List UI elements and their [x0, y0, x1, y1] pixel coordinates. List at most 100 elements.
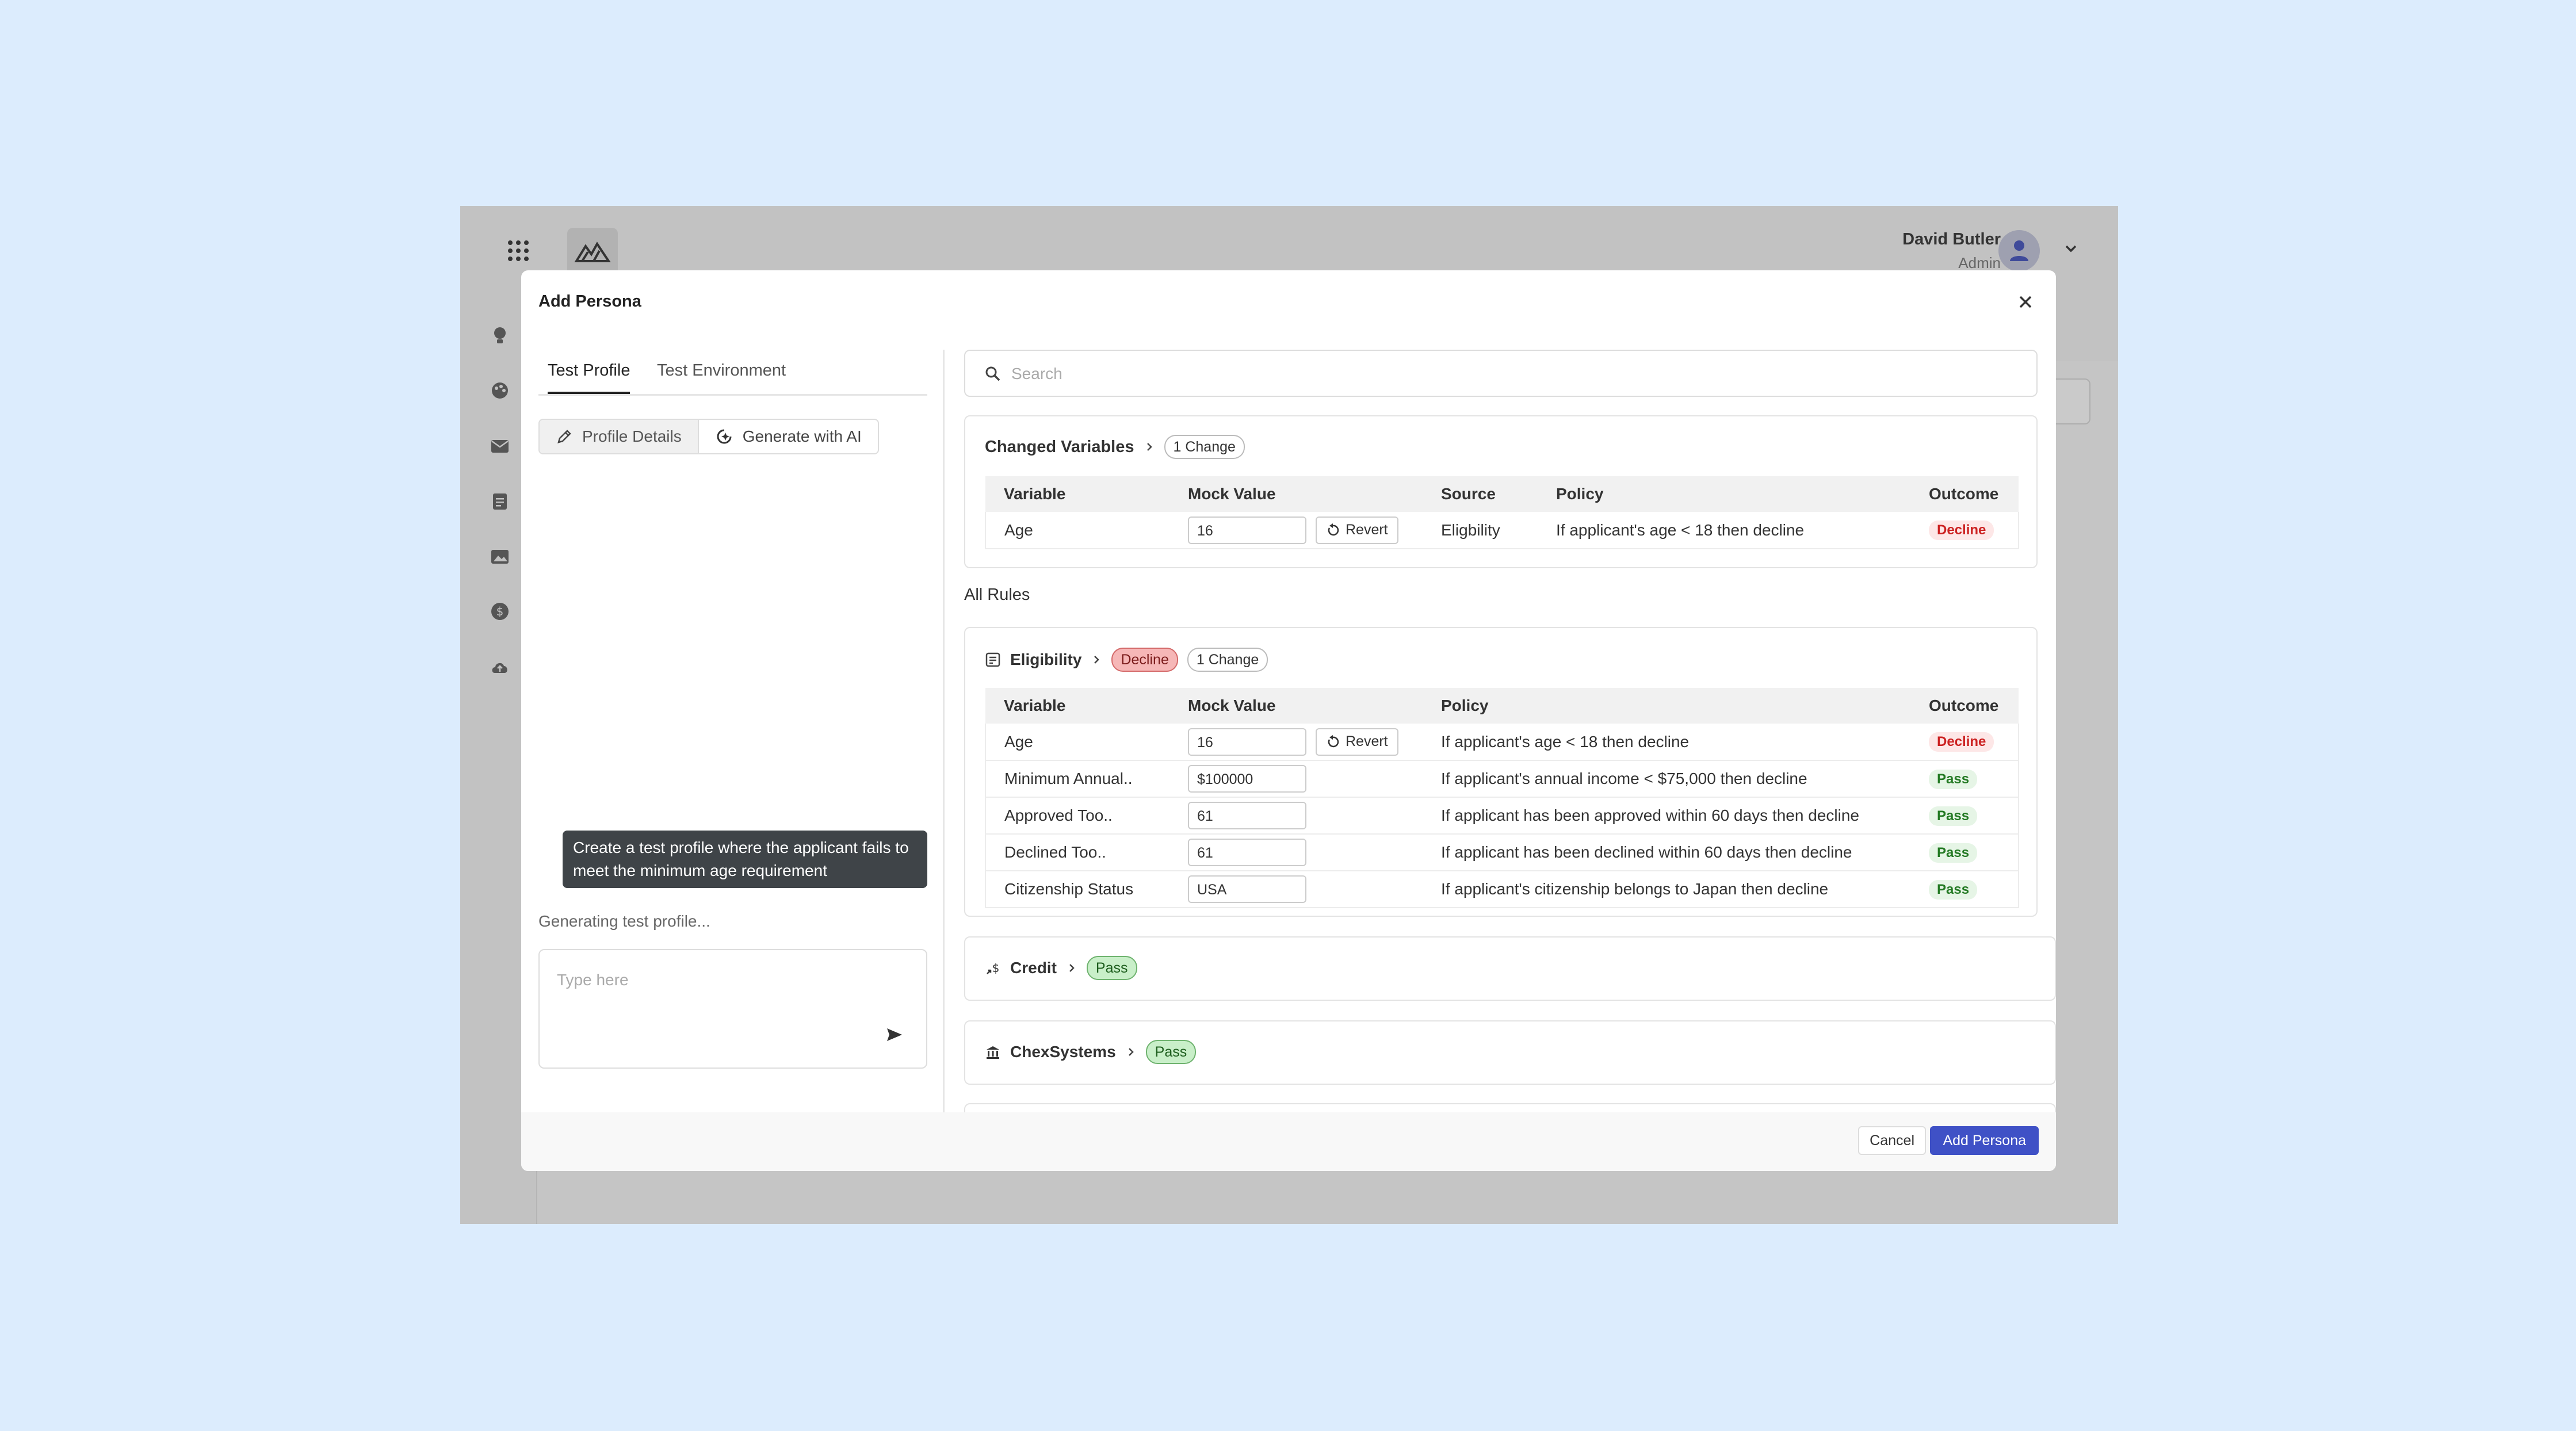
table-row: Approved Too.. 61 If applicant has been … — [985, 797, 2019, 835]
revert-icon — [1328, 523, 1339, 535]
eligibility-status-badge: Decline — [1111, 648, 1178, 672]
outcome-badge: Decline — [1929, 732, 1994, 752]
chexsystems-title: ChexSystems — [1010, 1043, 1116, 1061]
outcome-cell: Pass — [1910, 871, 2019, 908]
user-avatar-icon[interactable] — [1998, 230, 2040, 271]
credit-card: $ Credit Pass — [964, 936, 2056, 1001]
close-icon[interactable] — [2017, 293, 2034, 311]
table-row: Age 16 Revert Eligbility If applicant's a… — [985, 512, 2019, 549]
outcome-cell: Pass — [1910, 760, 2019, 798]
generate-with-ai-label: Generate with AI — [742, 427, 862, 445]
chat-input[interactable] — [557, 971, 879, 989]
column-header: Variable — [985, 476, 1169, 512]
palette-icon[interactable] — [490, 381, 510, 400]
chat-message: Create a test profile where the applican… — [563, 831, 927, 888]
variable-name: Age — [985, 512, 1169, 549]
credit-title: Credit — [1010, 959, 1057, 977]
profile-details-button[interactable]: Profile Details — [540, 420, 698, 453]
eligibility-title: Eligibility — [1010, 651, 1082, 668]
left-panel: Test Profile Test Environment Profile De… — [521, 350, 945, 1112]
source-cell: Eligbility — [1423, 512, 1538, 549]
outcome-cell: Pass — [1910, 797, 2019, 835]
add-persona-button[interactable]: Add Persona — [1930, 1126, 2039, 1155]
cancel-button[interactable]: Cancel — [1858, 1126, 1926, 1155]
mock-value-input[interactable]: USA — [1188, 875, 1306, 903]
variable-name: Declined Too.. — [985, 834, 1169, 871]
credit-header[interactable]: $ Credit Pass — [985, 956, 1137, 980]
generate-with-ai-button[interactable]: Generate with AI — [697, 420, 878, 453]
mock-value-input[interactable]: 16 — [1188, 516, 1306, 544]
image-folder-icon[interactable] — [490, 546, 510, 566]
outcome-badge: Pass — [1929, 806, 1978, 826]
revert-icon — [1328, 734, 1339, 747]
policy-cell: If applicant has been approved within 60… — [1423, 797, 1910, 835]
chevron-down-icon[interactable] — [2063, 240, 2079, 257]
column-header: Policy — [1423, 688, 1910, 724]
changed-variables-header[interactable]: Changed Variables 1 Change — [985, 435, 1245, 459]
svg-text:$: $ — [992, 961, 1000, 975]
chexsystems-card: ChexSystems Pass — [964, 1020, 2056, 1085]
column-header: Outcome — [1910, 688, 2019, 724]
svg-text:$: $ — [496, 604, 504, 618]
outcome-badge: Pass — [1929, 843, 1978, 863]
search-input[interactable] — [1011, 365, 1989, 383]
lightbulb-icon[interactable] — [490, 326, 510, 345]
next-rule-card — [964, 1103, 2056, 1112]
mock-value-cell: 61 — [1169, 797, 1423, 835]
search-icon — [985, 366, 1000, 381]
policy-cell: If applicant's age < 18 then decline — [1538, 512, 1910, 549]
mode-segmented-control: Profile Details Generate with AI — [538, 419, 879, 454]
tab-test-environment[interactable]: Test Environment — [657, 361, 786, 392]
column-header: Outcome — [1910, 476, 2019, 512]
revert-label: Revert — [1346, 522, 1388, 538]
revert-button[interactable]: Revert — [1316, 516, 1398, 544]
ai-sparkle-icon — [717, 429, 732, 444]
change-count-badge: 1 Change — [1164, 435, 1245, 459]
policy-cell: If applicant's annual income < $75,000 t… — [1423, 760, 1910, 798]
search-box — [964, 350, 2038, 397]
profile-tabs: Test Profile Test Environment — [538, 350, 927, 396]
mountain-logo-icon[interactable] — [567, 228, 618, 276]
mock-value-cell: 16 Revert — [1169, 512, 1423, 549]
revert-label: Revert — [1346, 733, 1388, 749]
mock-value-input[interactable]: 61 — [1188, 802, 1306, 829]
mock-value-input[interactable]: $100000 — [1188, 765, 1306, 793]
column-header: Policy — [1538, 476, 1910, 512]
column-header: Mock Value — [1169, 688, 1423, 724]
policy-cell: If applicant has been declined within 60… — [1423, 834, 1910, 871]
chat-input-box — [538, 949, 927, 1069]
eligibility-header[interactable]: Eligibility Decline 1 Change — [985, 648, 1268, 672]
policy-cell: If applicant's age < 18 then decline — [1423, 724, 1910, 761]
generation-status: Generating test profile... — [538, 912, 710, 930]
changed-variables-title: Changed Variables — [985, 437, 1134, 456]
revert-button[interactable]: Revert — [1316, 728, 1398, 756]
change-count-badge: 1 Change — [1187, 648, 1268, 672]
mock-value-input[interactable]: 16 — [1188, 728, 1306, 756]
chevron-right-icon — [1094, 656, 1100, 664]
outcome-badge: Pass — [1929, 879, 1978, 900]
chexsystems-status-badge: Pass — [1145, 1040, 1197, 1064]
modal-title: Add Persona — [538, 292, 641, 311]
profile-details-label: Profile Details — [582, 427, 682, 445]
cloud-upload-icon[interactable] — [490, 657, 510, 676]
mock-value-input[interactable]: 61 — [1188, 839, 1306, 866]
table-row: Age 16 Revert If applicant's age < 18 the… — [985, 724, 2019, 761]
mail-icon[interactable] — [490, 436, 510, 456]
clipboard-icon[interactable] — [490, 491, 510, 511]
rules-list-icon — [985, 652, 1000, 667]
column-header: Source — [1423, 476, 1538, 512]
apps-grid-icon[interactable] — [508, 240, 529, 261]
dollar-icon[interactable]: $ — [490, 602, 510, 621]
mock-value-cell: $100000 — [1169, 760, 1423, 798]
variable-name: Age — [985, 724, 1169, 761]
right-panel: Changed Variables 1 Change Variable Mock… — [964, 350, 2056, 1112]
mock-value-cell: 61 — [1169, 834, 1423, 871]
outcome-cell: Decline — [1910, 724, 2019, 761]
all-rules-label: All Rules — [964, 586, 1030, 604]
chexsystems-header[interactable]: ChexSystems Pass — [985, 1040, 1197, 1064]
modal-footer: Cancel Add Persona — [521, 1112, 2056, 1171]
user-name: David Butler — [1902, 230, 2001, 248]
variable-name: Approved Too.. — [985, 797, 1169, 835]
send-icon[interactable] — [885, 1025, 904, 1044]
tab-test-profile[interactable]: Test Profile — [548, 361, 630, 394]
